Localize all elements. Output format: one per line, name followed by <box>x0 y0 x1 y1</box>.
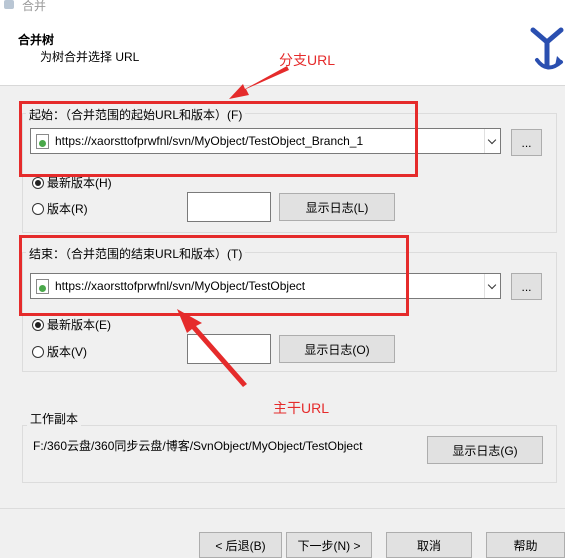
branch-annotation: 分支URL <box>279 52 336 68</box>
working-copy-show-log-button[interactable]: 显示日志(G) <box>427 436 543 464</box>
next-button[interactable]: 下一步(N) > <box>286 532 372 558</box>
page-title: 合并树 <box>18 33 55 47</box>
tortoise-merge-logo-icon <box>530 27 564 70</box>
radio-checked-icon <box>32 318 44 331</box>
page-subtitle: 为树合并选择 URL <box>40 50 140 64</box>
radio-checked-icon <box>32 176 44 189</box>
end-head-radio[interactable]: 最新版本(E) <box>32 316 111 333</box>
chevron-down-icon[interactable] <box>484 274 500 298</box>
end-revision-radio[interactable]: 版本(V) <box>32 343 87 360</box>
end-browse-button[interactable]: ... <box>511 273 542 300</box>
end-head-label: 最新版本(E) <box>47 318 111 332</box>
back-button[interactable]: < 后退(B) <box>199 532 282 558</box>
working-copy-path: F:/360云盘/360同步云盘/博客/SvnObject/MyObject/T… <box>33 439 363 453</box>
app-icon <box>4 0 14 9</box>
radio-unchecked-icon <box>32 202 44 215</box>
chevron-down-icon[interactable] <box>484 129 500 153</box>
end-revision-label: 版本(V) <box>47 345 87 359</box>
trunk-annotation: 主干URL <box>273 400 330 416</box>
working-copy-legend: 工作副本 <box>27 410 82 427</box>
help-button[interactable]: 帮助 <box>486 532 565 558</box>
start-revision-radio[interactable]: 版本(R) <box>32 200 88 217</box>
start-revision-input[interactable] <box>187 192 271 222</box>
window-title: 合并 <box>22 0 47 13</box>
end-revision-input[interactable] <box>187 334 271 364</box>
start-revision-label: 版本(R) <box>47 202 88 216</box>
end-show-log-button[interactable]: 显示日志(O) <box>279 335 395 363</box>
trunk-highlight-box <box>19 235 409 316</box>
start-show-log-button[interactable]: 显示日志(L) <box>279 193 395 221</box>
radio-unchecked-icon <box>32 345 44 358</box>
branch-highlight-box <box>19 101 418 177</box>
wizard-footer <box>0 508 565 558</box>
cancel-button[interactable]: 取消 <box>386 532 472 558</box>
window-titlebar: 合并 <box>0 0 565 14</box>
start-browse-button[interactable]: ... <box>511 129 542 156</box>
